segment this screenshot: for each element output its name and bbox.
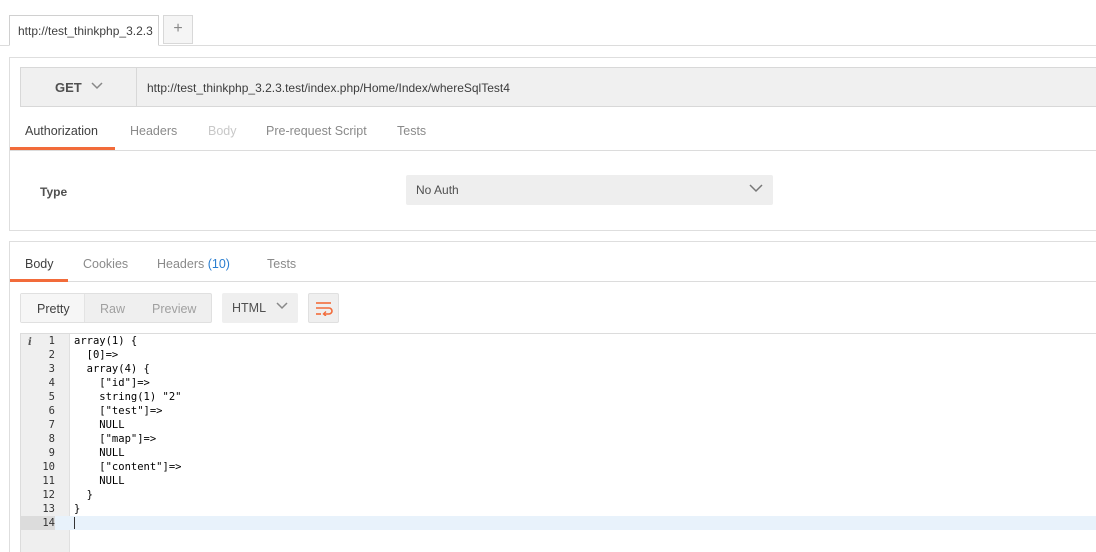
- line-number: 11: [42, 475, 55, 487]
- headers-count-badge: (10): [207, 257, 230, 271]
- active-tab-underline: [10, 147, 115, 150]
- pretty-button[interactable]: Pretty: [37, 302, 70, 316]
- tab-response-tests[interactable]: Tests: [267, 257, 296, 271]
- code-line: 1 array(1) {: [21, 334, 1096, 348]
- code-text: NULL: [74, 475, 125, 487]
- line-number: 13: [42, 503, 55, 515]
- wrap-lines-button[interactable]: [308, 293, 339, 323]
- code-text: }: [74, 503, 81, 515]
- tab-pre-request-script[interactable]: Pre-request Script: [266, 124, 367, 138]
- auth-type-value: No Auth: [416, 183, 459, 197]
- code-line: 10 ["content"]=>: [21, 460, 1096, 474]
- tab-tests[interactable]: Tests: [397, 124, 426, 138]
- code-line: 6 ["test"]=>: [21, 404, 1096, 418]
- preview-button[interactable]: Preview: [152, 302, 196, 316]
- code-text: array(1) {: [74, 335, 138, 347]
- format-button-group: Pretty Raw Preview: [20, 293, 212, 323]
- code-text: NULL: [74, 419, 125, 431]
- line-number: 3: [48, 363, 55, 375]
- code-line: 7 NULL: [21, 418, 1096, 432]
- tab-headers[interactable]: Headers: [130, 124, 177, 138]
- line-number: 4: [48, 377, 55, 389]
- line-number: 9: [48, 447, 55, 459]
- auth-type-label: Type: [40, 185, 68, 199]
- code-text: ["id"]=>: [74, 377, 150, 389]
- request-tab-title: http://test_thinkphp_3.2.3: [18, 24, 153, 38]
- tab-body[interactable]: Body: [208, 124, 237, 138]
- chevron-down-icon: [276, 302, 288, 310]
- code-text: }: [74, 489, 93, 501]
- line-number: 2: [48, 349, 55, 361]
- response-tabs: Body Cookies Headers (10) Tests: [10, 242, 1096, 282]
- response-panel: Body Cookies Headers (10) Tests Pretty R…: [9, 241, 1096, 552]
- line-number: 14: [21, 516, 55, 530]
- tab-response-body[interactable]: Body: [25, 257, 54, 271]
- code-line: 12 }: [21, 488, 1096, 502]
- chevron-down-icon: [749, 184, 763, 193]
- line-number: 7: [48, 419, 55, 431]
- code-line: 2 [0]=>: [21, 348, 1096, 362]
- wrap-lines-icon: [316, 302, 333, 316]
- language-select[interactable]: HTML: [222, 293, 298, 323]
- request-tab[interactable]: http://test_thinkphp_3.2.3: [9, 15, 159, 46]
- code-line: 14: [21, 516, 1096, 530]
- code-line: 3 array(4) {: [21, 362, 1096, 376]
- response-headers-label: Headers: [157, 257, 205, 271]
- code-text: ["map"]=>: [74, 433, 157, 445]
- code-text: ["content"]=>: [74, 461, 182, 473]
- code-line: 13}: [21, 502, 1096, 516]
- code-line: 9 NULL: [21, 446, 1096, 460]
- line-number: 8: [48, 433, 55, 445]
- code-line: 4 ["id"]=>: [21, 376, 1096, 390]
- code-text: array(4) {: [74, 363, 150, 375]
- line-number: 12: [42, 489, 55, 501]
- line-number: 6: [48, 405, 55, 417]
- request-panel: GET http://test_thinkphp_3.2.3.test/inde…: [9, 57, 1096, 231]
- request-tab-strip: http://test_thinkphp_3.2.3 +: [0, 0, 1096, 46]
- response-code-editor[interactable]: i 1 array(1) {2 [0]=> 3 array(4) {4 ["id"]…: [20, 333, 1096, 552]
- method-select[interactable]: GET: [21, 68, 137, 106]
- code-line: 5 string(1) "2": [21, 390, 1096, 404]
- language-value: HTML: [232, 301, 267, 315]
- line-number: 5: [48, 391, 55, 403]
- code-text: NULL: [74, 447, 125, 459]
- code-text: ["test"]=>: [74, 405, 163, 417]
- auth-type-select[interactable]: No Auth: [406, 175, 773, 205]
- text-cursor: [74, 517, 75, 529]
- line-number: 1: [48, 335, 55, 347]
- code-text: string(1) "2": [74, 391, 182, 403]
- tab-cookies[interactable]: Cookies: [83, 257, 128, 271]
- plus-icon: +: [173, 20, 183, 37]
- tab-authorization[interactable]: Authorization: [25, 124, 98, 138]
- url-bar: GET http://test_thinkphp_3.2.3.test/inde…: [20, 67, 1096, 107]
- code-line: 11 NULL: [21, 474, 1096, 488]
- method-label: GET: [55, 80, 82, 95]
- new-tab-button[interactable]: +: [163, 15, 193, 44]
- code-text: [0]=>: [74, 349, 119, 361]
- line-number: 10: [42, 461, 55, 473]
- raw-button[interactable]: Raw: [100, 302, 125, 316]
- code-line: 8 ["map"]=>: [21, 432, 1096, 446]
- active-tab-underline: [10, 279, 68, 282]
- tab-response-headers[interactable]: Headers (10): [157, 257, 230, 271]
- url-input[interactable]: http://test_thinkphp_3.2.3.test/index.ph…: [147, 81, 510, 95]
- chevron-down-icon: [91, 82, 103, 90]
- request-tabs: Authorization Headers Body Pre-request S…: [10, 115, 1096, 151]
